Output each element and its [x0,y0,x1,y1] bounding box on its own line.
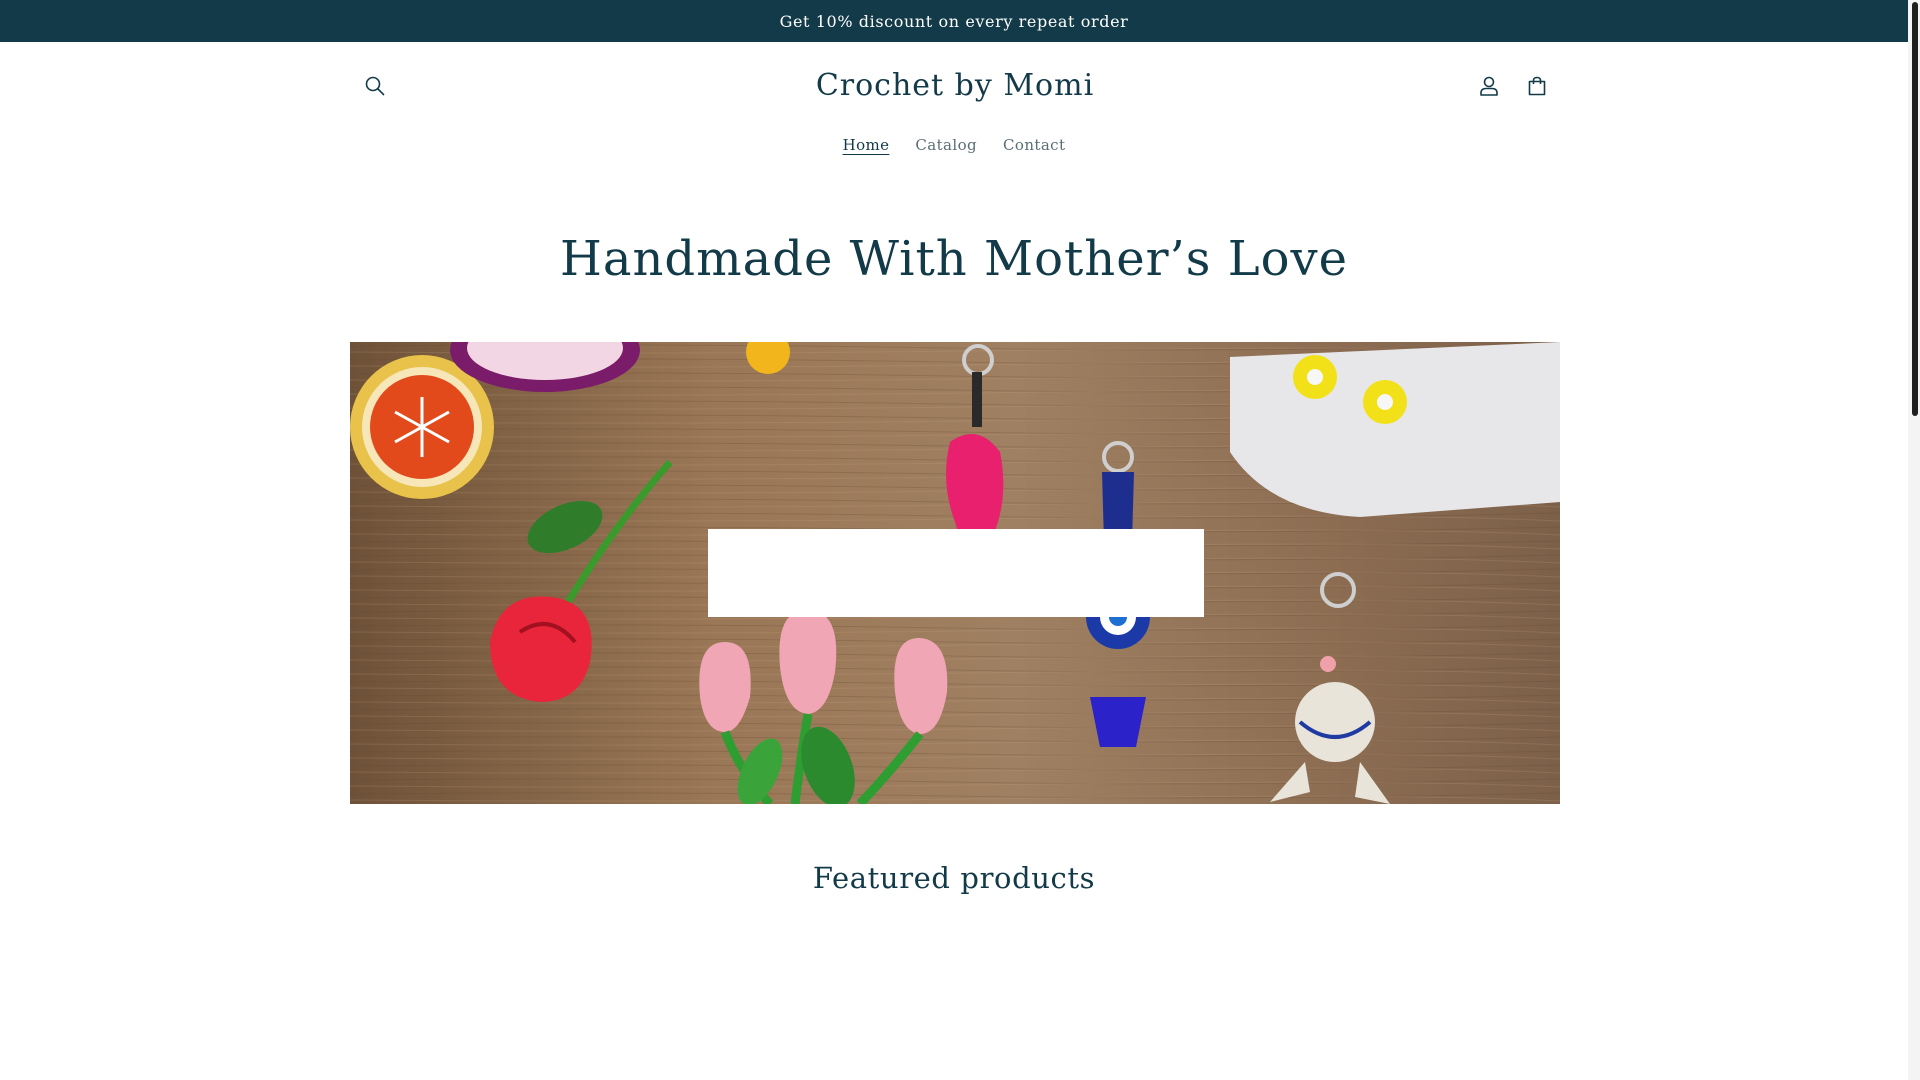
nav-item-contact[interactable]: Contact [990,128,1078,162]
page: Get 10% discount on every repeat order C… [0,0,1908,1080]
site-header: Crochet by Momi [350,42,1560,130]
cart-button[interactable] [1515,64,1559,108]
main-nav: Home Catalog Contact [0,128,1908,162]
scrollbar-thumb[interactable] [1912,2,1918,416]
nav-item-home[interactable]: Home [830,128,903,162]
announcement-text: Get 10% discount on every repeat order [779,11,1129,31]
account-icon [1480,76,1498,96]
hero-text-box [708,529,1204,617]
site-logo: Crochet by Momi [350,64,1560,108]
nav-item-catalog[interactable]: Catalog [902,128,990,162]
logo-link[interactable]: Crochet by Momi [816,68,1094,103]
featured-products-title: Featured products [812,861,1096,895]
cart-icon [1528,76,1546,96]
account-button[interactable] [1467,64,1511,108]
page-scrollbar[interactable] [1908,0,1920,1080]
announcement-bar: Get 10% discount on every repeat order [0,0,1908,42]
hero-title: Handmade With Mother’s Love [560,231,1348,287]
hero-banner [350,342,1560,804]
